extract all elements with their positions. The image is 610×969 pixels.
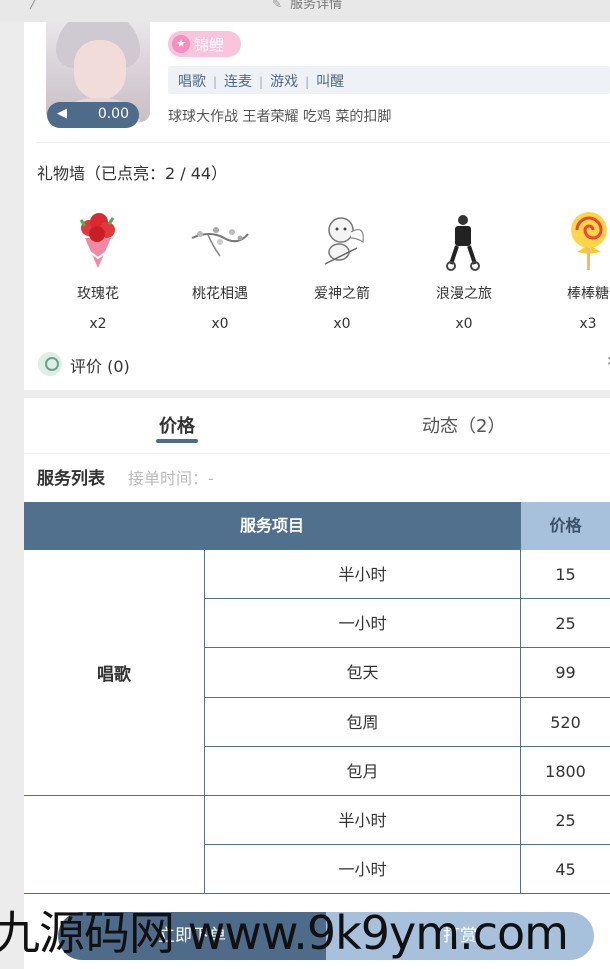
gift-name: 爱神之箭: [314, 286, 370, 302]
price-cell: 45: [521, 845, 610, 895]
lollipop-icon: [571, 212, 607, 270]
page-title-text: 服务详情: [290, 0, 343, 12]
service-group-name: 唱歌: [24, 550, 205, 796]
header-price: 价格: [521, 502, 610, 550]
back-arrow-icon[interactable]: ╱: [30, 0, 38, 10]
service-item-cell[interactable]: 一小时: [205, 845, 521, 895]
gift-wall-title: 礼物墙（已点亮：2 / 44）: [37, 164, 228, 183]
tab-moments[interactable]: 动态（2）: [422, 412, 505, 438]
tag-item: 游戏: [270, 74, 299, 90]
koi-badge-label: 锦鲤: [194, 36, 225, 54]
gift-name: 玫瑰花: [77, 286, 119, 302]
service-item-cell[interactable]: 包天: [205, 648, 521, 698]
speaker-icon: ◀: [57, 106, 67, 121]
tag-item: 连麦: [224, 74, 253, 90]
gift-name: 桃花相遇: [192, 286, 248, 302]
cupid-icon: [324, 217, 364, 265]
voice-duration: 0.00: [97, 106, 129, 122]
price-cell: 99: [521, 648, 610, 698]
price-cell: 15: [521, 550, 610, 600]
gift-count: x0: [455, 316, 473, 332]
price-cell: 25: [521, 599, 610, 649]
romantic-trip-icon: [446, 215, 480, 271]
voice-player[interactable]: ◀ 0.00: [47, 102, 139, 128]
service-group-name: [24, 796, 205, 895]
watermark: 九源码网 www.9k9ym.com: [0, 906, 569, 960]
table-header: 服务项目 价格: [24, 502, 610, 550]
gift-name: 棒棒糖: [567, 286, 609, 302]
tag-item: 叫醒: [316, 74, 345, 90]
order-time: 接单时间：-: [128, 469, 214, 488]
gift-count: x0: [333, 316, 351, 332]
tab-bar: 价格 动态（2）: [24, 398, 610, 454]
service-item-cell[interactable]: 半小时: [205, 796, 521, 846]
tab-price[interactable]: 价格: [156, 412, 198, 443]
avatar-face: [74, 40, 126, 100]
gift-count: x3: [579, 316, 597, 332]
page-title: ✎ 服务详情: [272, 0, 342, 12]
gift-count: x0: [211, 316, 229, 332]
skill-tags: 唱歌 | 连麦 | 游戏 | 叫醒: [168, 66, 610, 94]
gift-item[interactable]: 爱神之箭 x0: [292, 208, 392, 338]
gift-item[interactable]: 棒棒糖 x3: [538, 208, 610, 338]
game-list: 球球大作战 王者荣耀 吃鸡 菜的扣脚: [168, 109, 392, 125]
service-list-title: 服务列表: [37, 469, 105, 489]
service-item-cell[interactable]: 包周: [205, 697, 521, 747]
rose-bouquet-icon: [79, 213, 115, 268]
gift-name: 浪漫之旅: [436, 286, 492, 302]
profile-card: ◀ 0.00 ★ 锦鲤 唱歌 | 连麦 | 游戏 | 叫醒 球球大作战 王者荣耀 吃鸡 菜的…: [24, 22, 610, 390]
price-cell: 1800: [521, 747, 610, 796]
gift-item[interactable]: 桃花相遇 x0: [170, 208, 270, 338]
detail-section: 价格 动态（2） 服务列表 接单时间：- 服务项目 价格 唱歌 半小时 15 一小时 2…: [24, 398, 610, 969]
gift-item[interactable]: 浪漫之旅 x0: [414, 208, 514, 338]
gift-count: x2: [89, 316, 107, 332]
service-item-cell[interactable]: 半小时: [205, 550, 521, 600]
review-label: 评价 (0): [70, 357, 130, 376]
gift-item[interactable]: 玫瑰花 x2: [48, 208, 148, 338]
star-badge-icon: ★: [172, 35, 190, 53]
header-service-item: 服务项目: [239, 516, 304, 535]
tag-item: 唱歌: [178, 74, 206, 90]
review-row[interactable]: 评价 (0) ›: [38, 350, 610, 380]
gift-list[interactable]: 玫瑰花 x2 桃花相遇 x0 爱神之箭 x0 浪漫之旅 x0 棒棒糖 x3: [24, 208, 610, 338]
service-item-cell[interactable]: 一小时: [205, 599, 521, 649]
koi-badge: ★ 锦鲤: [168, 31, 241, 57]
top-bar: ╱ ✎ 服务详情 ···: [0, 0, 610, 22]
review-icon: [38, 352, 62, 376]
price-cell: 520: [521, 698, 610, 747]
pen-icon: ✎: [272, 0, 283, 11]
service-item-cell[interactable]: 包月: [205, 746, 521, 796]
divider: [36, 142, 610, 143]
peach-blossom-icon: [191, 227, 249, 257]
ellipsis-icon[interactable]: ···: [524, 0, 540, 6]
price-cell: 25: [521, 796, 610, 846]
